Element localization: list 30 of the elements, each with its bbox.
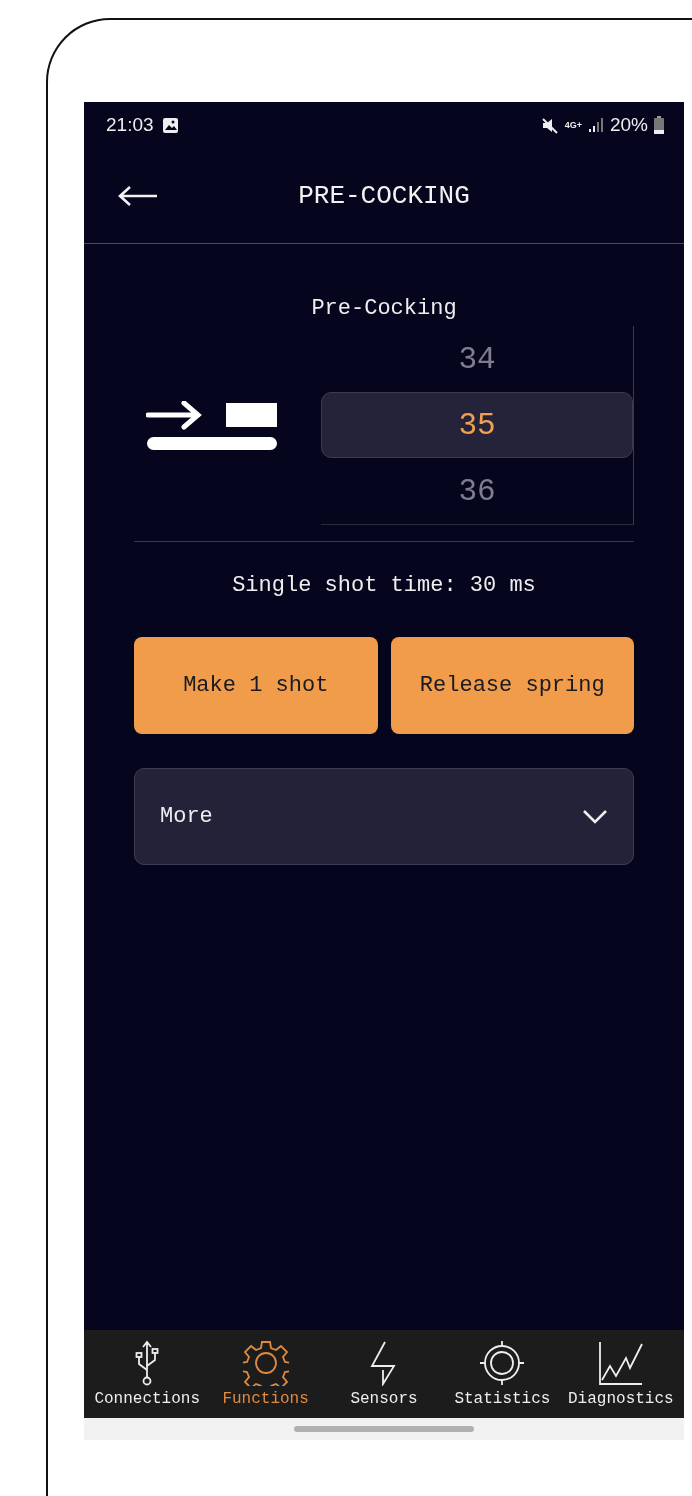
clock-time: 21:03 bbox=[106, 114, 154, 136]
lightning-icon bbox=[370, 1340, 398, 1386]
page-title: PRE-COCKING bbox=[298, 180, 470, 211]
single-shot-time-text: Single shot time: 30 ms bbox=[232, 573, 536, 598]
back-button[interactable] bbox=[118, 184, 158, 207]
nav-tab[interactable]: Functions bbox=[206, 1330, 325, 1418]
picker-value[interactable]: 34 bbox=[321, 326, 633, 392]
picker-label: Pre-Cocking bbox=[311, 296, 457, 321]
crosshair-icon bbox=[479, 1340, 526, 1386]
nav-tab[interactable]: Sensors bbox=[324, 1330, 444, 1418]
back-arrow-icon bbox=[118, 184, 158, 207]
action-button[interactable]: Make 1 shot bbox=[134, 637, 378, 734]
mute-icon bbox=[540, 116, 559, 134]
battery-icon bbox=[654, 116, 664, 134]
pre-cocking-icon bbox=[146, 400, 278, 451]
signal-icon bbox=[587, 117, 604, 133]
nav-tab[interactable]: Diagnostics bbox=[561, 1330, 681, 1418]
gear-icon bbox=[242, 1340, 289, 1386]
image-icon bbox=[161, 116, 179, 134]
network-type: 4G+ bbox=[564, 120, 582, 130]
more-dropdown[interactable]: More bbox=[134, 768, 634, 865]
usb-icon bbox=[135, 1340, 160, 1386]
battery-percent: 20% bbox=[609, 114, 648, 136]
picker-value[interactable]: 36 bbox=[321, 458, 633, 524]
chevron-icon bbox=[582, 808, 608, 825]
picker-value[interactable]: 35 bbox=[321, 392, 633, 458]
action-button[interactable]: Release spring bbox=[390, 637, 634, 734]
nav-tab[interactable]: Statistics bbox=[443, 1330, 562, 1418]
line-chart-icon bbox=[597, 1340, 644, 1386]
nav-tab[interactable]: Connections bbox=[88, 1330, 207, 1418]
